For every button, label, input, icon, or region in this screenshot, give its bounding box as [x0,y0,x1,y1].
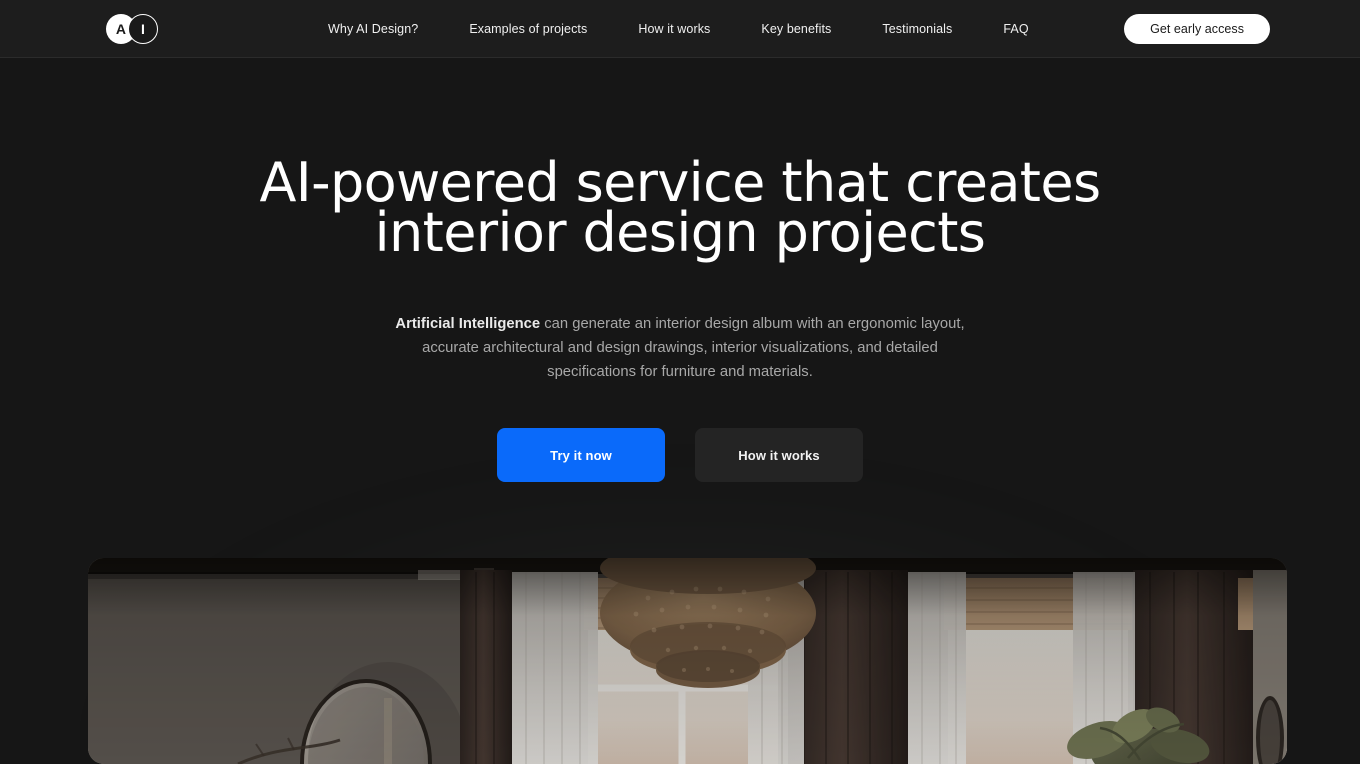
try-it-now-button[interactable]: Try it now [497,428,665,482]
hero-subtitle-strong: Artificial Intelligence [395,316,541,332]
logo-circle-i: I [128,13,158,44]
main-navigation: Why AI Design? Examples of projects How … [328,14,1029,44]
nav-item-testimonials[interactable]: Testimonials [882,14,952,44]
interior-illustration [88,558,1287,764]
hero-content: AI-powered service that creates interior… [0,58,1360,482]
logo[interactable]: A I [106,13,168,45]
get-early-access-button[interactable]: Get early access [1124,13,1270,44]
nav-item-faq[interactable]: FAQ [1003,14,1028,44]
nav-item-how-it-works[interactable]: How it works [638,14,710,44]
showcase-image [88,558,1287,764]
hero-title-line-2: interior design projects [374,201,986,264]
hero-title: AI-powered service that creates interior… [240,156,1120,264]
nav-item-key-benefits[interactable]: Key benefits [761,14,831,44]
hero-subtitle: Artificial Intelligence can generate an … [390,312,970,384]
nav-item-examples-of-projects[interactable]: Examples of projects [469,14,587,44]
hero-action-buttons: Try it now How it works [0,428,1360,482]
how-it-works-button[interactable]: How it works [695,428,863,482]
site-header: A I Why AI Design? Examples of projects … [0,0,1360,58]
nav-item-why-ai-design[interactable]: Why AI Design? [328,14,418,44]
hero-section: AI-powered service that creates interior… [0,58,1360,764]
